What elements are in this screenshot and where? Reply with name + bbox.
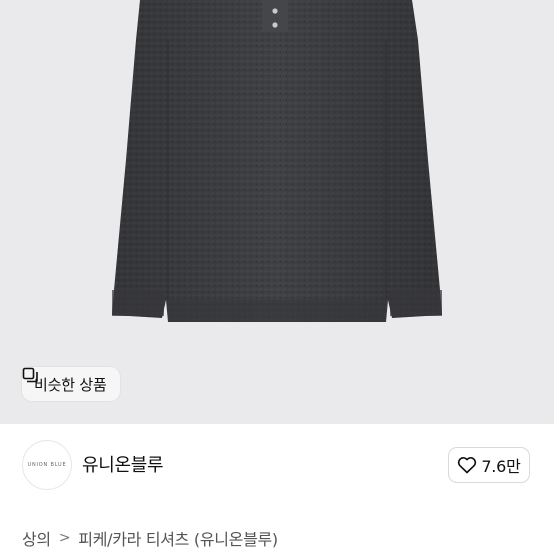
brand-name[interactable]: 유니온블루: [82, 451, 164, 477]
chevron-right-icon: >: [58, 530, 71, 546]
similar-products-label: 비슷한 상품: [34, 375, 107, 394]
sweater-photo: [112, 0, 442, 322]
similar-items-icon: [22, 367, 38, 383]
product-image[interactable]: 비슷한 상품: [0, 0, 554, 424]
brand-like-button[interactable]: 7.6만: [448, 447, 530, 483]
breadcrumb-subcategory[interactable]: 피케/카라 티셔츠 (유니온블루): [78, 526, 278, 550]
heart-outline-icon: [458, 457, 477, 474]
brand-logo[interactable]: UNION BLUE: [22, 440, 72, 490]
brand-logo-text: UNION BLUE: [27, 462, 67, 468]
breadcrumb: 상의 > 피케/카라 티셔츠 (유니온블루): [22, 526, 278, 550]
breadcrumb-category[interactable]: 상의: [22, 526, 51, 550]
brand-row: UNION BLUE 유니온블루 7.6만: [0, 424, 554, 512]
similar-products-button[interactable]: 비슷한 상품: [22, 367, 120, 401]
like-count: 7.6만: [481, 457, 521, 476]
